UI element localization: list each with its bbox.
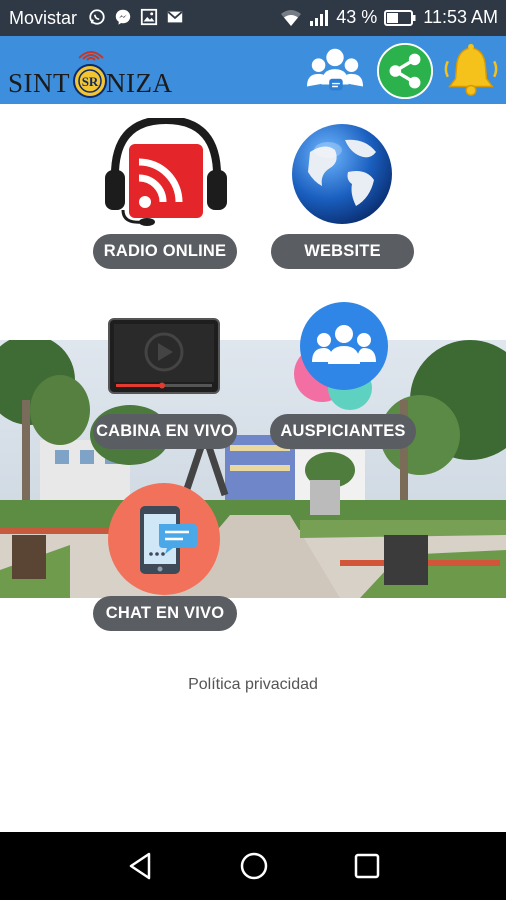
radio-headphones-icon[interactable] bbox=[103, 118, 229, 230]
battery-icon bbox=[384, 9, 416, 26]
radio-online-button[interactable]: RADIO ONLINE bbox=[93, 234, 237, 269]
chat-en-vivo-button[interactable]: CHAT EN VIVO bbox=[93, 596, 237, 631]
navigation-bar bbox=[0, 832, 506, 900]
app-logo: SINT SR NIZA bbox=[6, 44, 186, 100]
broadcast-arc-icon bbox=[78, 51, 104, 61]
signal-icon bbox=[310, 9, 329, 26]
auspiciantes-button[interactable]: AUSPICIANTES bbox=[270, 414, 416, 449]
privacy-policy-link[interactable]: Política privacidad bbox=[0, 676, 506, 694]
email-icon bbox=[167, 11, 183, 23]
notification-icons bbox=[88, 8, 184, 26]
group-chat-icon[interactable] bbox=[306, 42, 364, 100]
logo-text-right: NIZA bbox=[106, 68, 173, 98]
wifi-icon bbox=[281, 9, 302, 26]
logo-text-left: SINT bbox=[8, 68, 70, 98]
logo-badge: SR bbox=[73, 64, 107, 98]
notification-bell-icon[interactable] bbox=[442, 42, 500, 100]
gallery-icon bbox=[140, 8, 158, 26]
plaza-photo bbox=[0, 340, 506, 598]
recents-icon[interactable] bbox=[351, 850, 383, 882]
cabina-en-vivo-button[interactable]: CABINA EN VIVO bbox=[93, 414, 237, 449]
globe-icon[interactable] bbox=[290, 122, 394, 226]
status-bar: Movistar 43 % 11:53 AM bbox=[0, 0, 506, 36]
clock: 11:53 AM bbox=[423, 7, 498, 27]
video-player-icon[interactable] bbox=[108, 318, 220, 394]
share-icon[interactable] bbox=[376, 42, 434, 100]
svg-text:SR: SR bbox=[82, 74, 99, 89]
chat-phone-icon[interactable] bbox=[107, 482, 221, 596]
whatsapp-icon bbox=[89, 9, 105, 25]
messenger-icon bbox=[115, 9, 131, 25]
app-bar: SINT SR NIZA bbox=[0, 36, 506, 104]
sponsors-group-icon[interactable] bbox=[292, 300, 392, 416]
back-icon[interactable] bbox=[125, 850, 157, 882]
home-icon[interactable] bbox=[238, 850, 270, 882]
website-button[interactable]: WEBSITE bbox=[271, 234, 414, 269]
battery-percent: 43 % bbox=[336, 7, 378, 27]
carrier-name: Movistar bbox=[9, 8, 78, 28]
